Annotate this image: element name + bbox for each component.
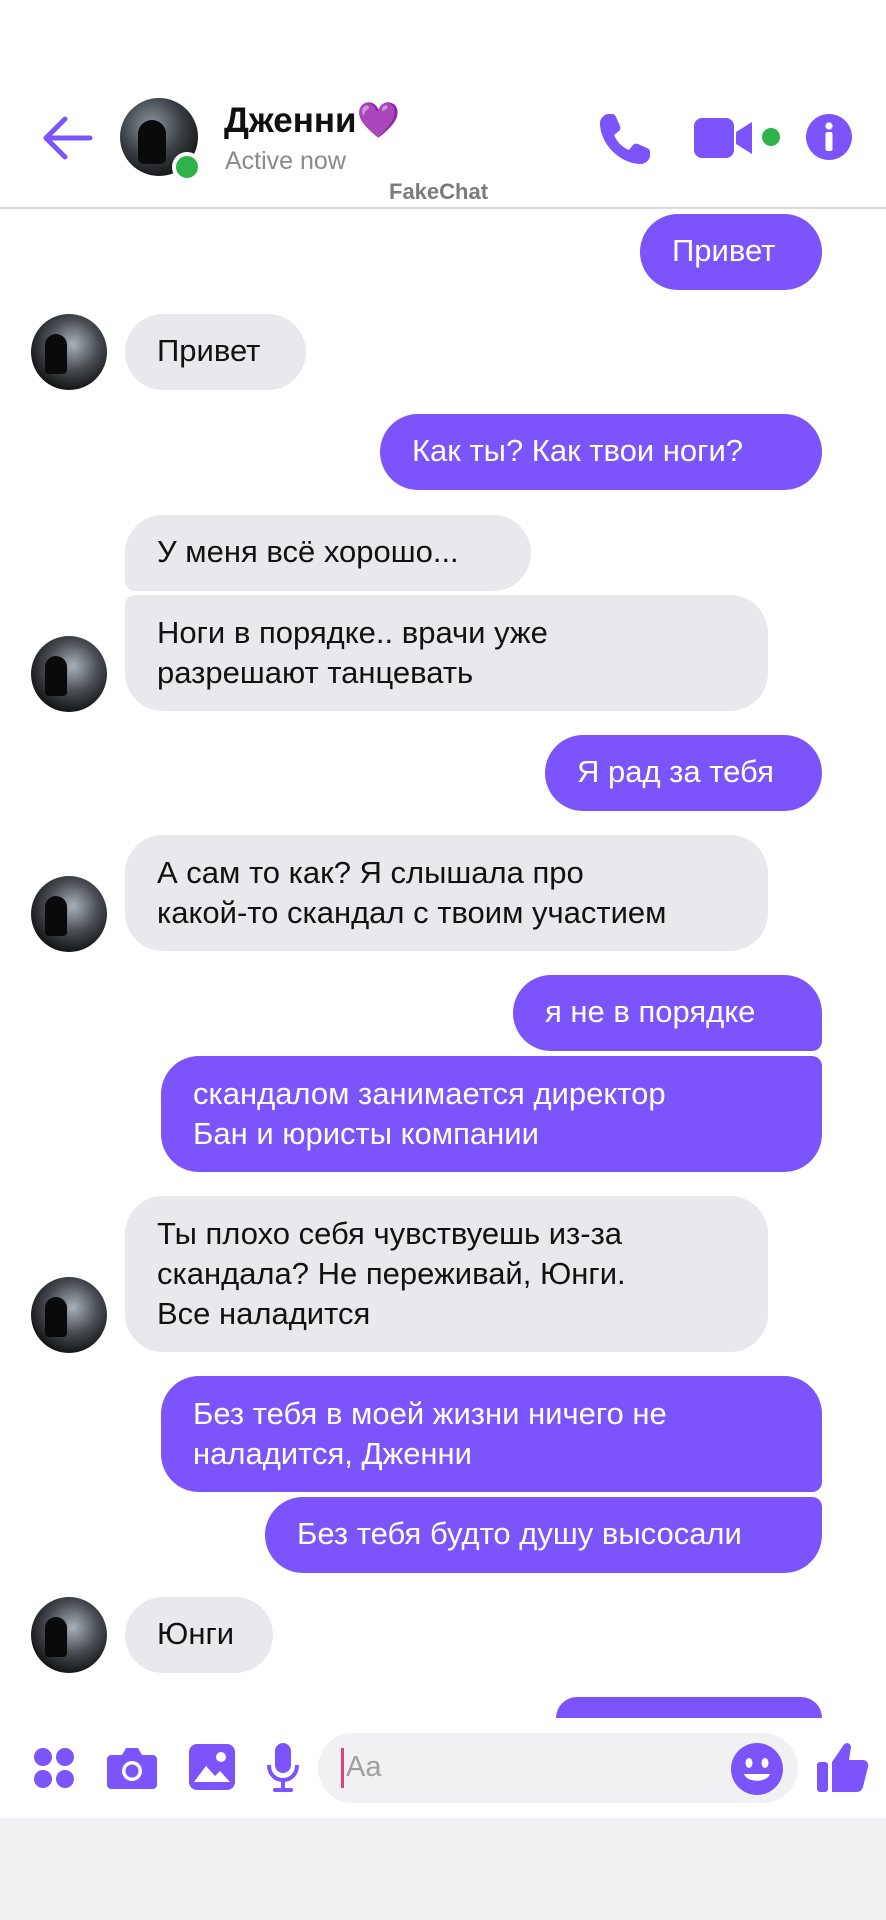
- chat-header: Дженни💜 Active now FakeChat: [0, 0, 886, 209]
- system-navigation-area: [0, 1818, 886, 1920]
- message-outgoing[interactable]: Я рад за тебя: [545, 735, 822, 811]
- camera-icon[interactable]: [107, 1745, 157, 1789]
- microphone-icon[interactable]: [266, 1743, 300, 1793]
- online-indicator: [172, 152, 202, 182]
- phone-icon[interactable]: [592, 108, 656, 172]
- video-active-indicator: [762, 128, 780, 146]
- watermark: FakeChat: [389, 179, 489, 204]
- video-camera-icon[interactable]: [694, 116, 754, 160]
- text-cursor: [341, 1748, 344, 1788]
- contact-avatar-small[interactable]: [31, 876, 107, 952]
- message-incoming[interactable]: У меня всё хорошо...: [125, 515, 531, 591]
- message-input-placeholder: Aa: [346, 1751, 382, 1783]
- message-incoming[interactable]: Ноги в порядке.. врачи уже разрешают тан…: [125, 595, 768, 711]
- message-outgoing[interactable]: Без тебя будто душу высосали: [265, 1497, 822, 1573]
- image-icon[interactable]: [189, 1744, 235, 1790]
- contact-name[interactable]: Дженни💜: [224, 100, 400, 141]
- contact-avatar-small[interactable]: [31, 1277, 107, 1353]
- message-outgoing[interactable]: Как ты? Как твои ноги?: [380, 414, 822, 490]
- contact-avatar-small[interactable]: [31, 314, 107, 390]
- info-icon[interactable]: [806, 114, 852, 160]
- message-outgoing[interactable]: скандалом занимается директор Бан и юрис…: [161, 1056, 822, 1172]
- back-arrow-icon[interactable]: [38, 108, 98, 168]
- message-incoming[interactable]: Привет: [125, 314, 306, 390]
- message-outgoing[interactable]: Привет: [640, 214, 822, 290]
- contact-avatar-small[interactable]: [31, 636, 107, 712]
- message-input[interactable]: [318, 1733, 798, 1803]
- message-incoming[interactable]: Юнги: [125, 1597, 273, 1673]
- contact-avatar-small[interactable]: [31, 1597, 107, 1673]
- contact-status: Active now: [225, 147, 346, 175]
- four-dots-icon[interactable]: [33, 1747, 75, 1789]
- message-outgoing[interactable]: я не в порядке: [513, 975, 822, 1051]
- message-incoming[interactable]: А сам то как? Я слышала про какой-то ска…: [125, 835, 768, 951]
- message-outgoing[interactable]: Без тебя в моей жизни ничего не наладитс…: [161, 1376, 822, 1492]
- message-outgoing-partial[interactable]: [556, 1697, 822, 1718]
- thumbs-up-icon[interactable]: [817, 1738, 869, 1794]
- smiley-icon[interactable]: [731, 1743, 783, 1795]
- message-incoming[interactable]: Ты плохо себя чувствуешь из-за скандала?…: [125, 1196, 768, 1352]
